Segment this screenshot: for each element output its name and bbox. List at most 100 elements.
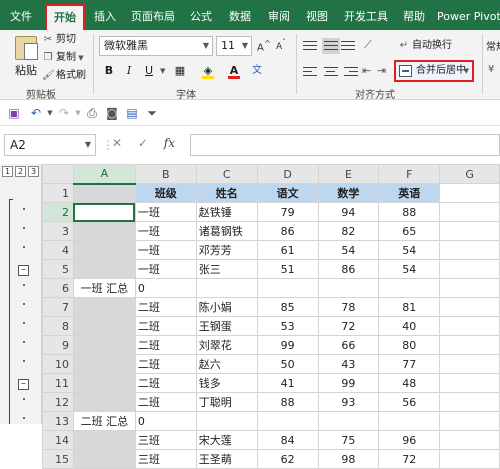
number-format-partial[interactable]: 常规 — [486, 38, 500, 53]
cell-d7[interactable]: 85 — [256, 297, 319, 317]
cell-d13[interactable] — [256, 411, 319, 431]
cell-d8[interactable]: 53 — [256, 316, 319, 336]
collapse-group-button[interactable]: – — [18, 265, 29, 276]
row-header[interactable]: 1 — [42, 183, 74, 203]
collapse-group-button[interactable]: – — [18, 379, 29, 390]
cell-c4[interactable]: 邓芳芳 — [195, 240, 258, 260]
cell-f8[interactable]: 40 — [378, 316, 441, 336]
font-color-button[interactable]: A — [226, 62, 242, 80]
cell-d3[interactable]: 86 — [256, 221, 319, 241]
cell-a14[interactable] — [72, 430, 136, 450]
cell-c15[interactable]: 王圣萌 — [195, 449, 258, 469]
cell-g11[interactable] — [439, 373, 500, 393]
column-header[interactable]: C — [195, 164, 258, 184]
tab-help[interactable]: 帮助 — [399, 6, 429, 28]
align-top-icon[interactable] — [303, 38, 321, 54]
merge-center-button[interactable]: 合并后居中 ▼ — [394, 60, 474, 82]
cell-b12[interactable]: 二班 — [134, 392, 197, 412]
cell-e1[interactable]: 数学 — [317, 183, 380, 203]
cell-e10[interactable]: 43 — [317, 354, 380, 374]
chevron-down-icon[interactable]: ▼ — [160, 67, 165, 75]
tab-formulas[interactable]: 公式 — [186, 6, 216, 28]
cell-g3[interactable] — [439, 221, 500, 241]
row-header[interactable]: 12 — [42, 392, 74, 412]
cell-c11[interactable]: 钱多 — [195, 373, 258, 393]
cell-b14[interactable]: 三班 — [134, 430, 197, 450]
cell-a10[interactable] — [72, 354, 136, 374]
column-header[interactable]: D — [256, 164, 319, 184]
cell-b9[interactable]: 二班 — [134, 335, 197, 355]
select-all-corner[interactable] — [42, 164, 74, 184]
underline-button[interactable]: U — [141, 62, 157, 80]
copy-button[interactable]: ❐ 复制 ▼ — [42, 50, 84, 66]
cell-b5[interactable]: 一班 — [134, 259, 197, 279]
font-name-select[interactable]: 微软雅黑 ▼ — [99, 36, 213, 56]
cell-b10[interactable]: 二班 — [134, 354, 197, 374]
wrap-text-button[interactable]: ↵ 自动换行 — [398, 38, 452, 54]
cell-a13[interactable]: 二班 汇总 — [72, 411, 136, 431]
cell-f4[interactable]: 54 — [378, 240, 441, 260]
increase-indent-icon[interactable]: ⇥ — [377, 64, 386, 77]
column-header[interactable]: E — [317, 164, 380, 184]
cell-e2[interactable]: 94 — [317, 202, 380, 222]
cell-d1[interactable]: 语文 — [256, 183, 319, 203]
cell-f3[interactable]: 65 — [378, 221, 441, 241]
align-right-icon[interactable] — [341, 64, 359, 80]
save-icon[interactable]: ▣ — [6, 104, 22, 122]
paste-button[interactable]: 粘贴 — [6, 34, 46, 80]
cell-d4[interactable]: 61 — [256, 240, 319, 260]
currency-icon[interactable]: ¥ — [488, 64, 494, 75]
cell-a8[interactable] — [72, 316, 136, 336]
cell-e12[interactable]: 93 — [317, 392, 380, 412]
cell-g15[interactable] — [439, 449, 500, 469]
cell-g10[interactable] — [439, 354, 500, 374]
row-header[interactable]: 7 — [42, 297, 74, 317]
cancel-icon[interactable]: ✕ — [112, 136, 122, 150]
cell-b8[interactable]: 二班 — [134, 316, 197, 336]
enter-icon[interactable]: ✓ — [138, 136, 148, 150]
cell-f14[interactable]: 96 — [378, 430, 441, 450]
cell-a15[interactable] — [72, 449, 136, 469]
customize-toolbar-icon[interactable]: ⏷ — [144, 104, 160, 122]
cell-f5[interactable]: 54 — [378, 259, 441, 279]
cell-d6[interactable] — [256, 278, 319, 298]
tab-power-pivot[interactable]: Power Pivot — [437, 6, 500, 28]
tab-data[interactable]: 数据 — [225, 6, 255, 28]
row-header[interactable]: 14 — [42, 430, 74, 450]
cell-a4[interactable] — [72, 240, 136, 260]
row-header[interactable]: 2 — [42, 202, 74, 222]
font-size-select[interactable]: 11 ▼ — [216, 36, 252, 56]
cell-c13[interactable] — [195, 411, 258, 431]
cell-f2[interactable]: 88 — [378, 202, 441, 222]
align-bottom-icon[interactable] — [341, 38, 359, 54]
camera-icon[interactable]: ◙ — [104, 104, 120, 122]
cell-f15[interactable]: 72 — [378, 449, 441, 469]
cell-g6[interactable] — [439, 278, 500, 298]
italic-button[interactable]: I — [121, 62, 137, 80]
formula-input[interactable] — [190, 134, 500, 156]
cell-f9[interactable]: 80 — [378, 335, 441, 355]
cell-g12[interactable] — [439, 392, 500, 412]
cell-b1[interactable]: 班级 — [134, 183, 197, 203]
cell-a2[interactable] — [72, 202, 136, 222]
row-header[interactable]: 11 — [42, 373, 74, 393]
cell-f12[interactable]: 56 — [378, 392, 441, 412]
row-header[interactable]: 6 — [42, 278, 74, 298]
cell-a5[interactable] — [72, 259, 136, 279]
cell-g13[interactable] — [439, 411, 500, 431]
cell-a1[interactable] — [72, 183, 136, 203]
tab-file[interactable]: 文件 — [6, 6, 36, 28]
cell-b15[interactable]: 三班 — [134, 449, 197, 469]
column-header[interactable]: A — [72, 164, 136, 185]
cell-c8[interactable]: 王钢蛋 — [195, 316, 258, 336]
column-header[interactable]: G — [439, 164, 500, 184]
cell-a3[interactable] — [72, 221, 136, 241]
cell-g14[interactable] — [439, 430, 500, 450]
tab-review[interactable]: 审阅 — [264, 6, 294, 28]
tab-home[interactable]: 开始 — [45, 4, 85, 30]
tab-view[interactable]: 视图 — [302, 6, 332, 28]
cell-e15[interactable]: 98 — [317, 449, 380, 469]
tab-developer[interactable]: 开发工具 — [340, 6, 392, 28]
row-header[interactable]: 3 — [42, 221, 74, 241]
cell-d12[interactable]: 88 — [256, 392, 319, 412]
